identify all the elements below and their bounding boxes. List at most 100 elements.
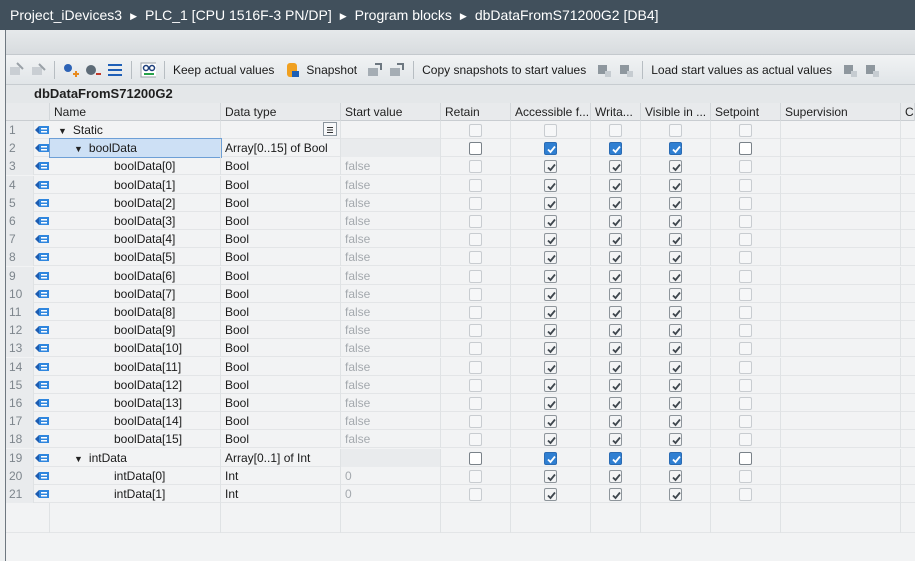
snapshot-compare-icon[interactable] — [389, 62, 405, 78]
cell-name[interactable]: ▼ boolData — [49, 138, 222, 159]
accessible-checkbox[interactable] — [544, 142, 557, 156]
cell-data-type[interactable]: Bool — [221, 230, 341, 249]
cell-data-type[interactable]: Int — [221, 485, 341, 503]
visible-checkbox[interactable] — [669, 469, 682, 483]
list-view-icon[interactable] — [107, 62, 123, 78]
writable-checkbox[interactable] — [609, 415, 622, 429]
cell-start-value[interactable] — [341, 448, 441, 467]
visible-checkbox[interactable] — [669, 433, 682, 447]
writable-checkbox[interactable] — [609, 196, 622, 210]
load-values-icon[interactable] — [842, 62, 858, 78]
cell-name[interactable]: boolData[8] — [50, 303, 221, 321]
table-row[interactable]: 4 boolData[1] Bool false — [6, 175, 915, 194]
cell-data-type[interactable]: Bool — [221, 248, 341, 267]
cell-start-value[interactable]: false — [341, 321, 441, 340]
visible-checkbox[interactable] — [669, 287, 682, 301]
table-row[interactable]: 11 boolData[8] Bool false — [6, 303, 915, 321]
cell-start-value[interactable]: false — [341, 230, 441, 249]
cell-start-value[interactable]: 0 — [341, 485, 441, 503]
writable-checkbox[interactable] — [609, 233, 622, 247]
load-start-values-button[interactable]: Load start values as actual values — [651, 63, 832, 77]
retain-checkbox[interactable] — [469, 178, 482, 192]
visible-checkbox[interactable] — [669, 324, 682, 338]
retain-checkbox[interactable] — [469, 378, 482, 392]
cell-start-value[interactable]: false — [341, 412, 441, 431]
visible-checkbox[interactable] — [669, 215, 682, 228]
cell-start-value[interactable]: false — [341, 303, 441, 321]
cell-data-type[interactable]: Bool — [221, 321, 341, 340]
breadcrumb-plc[interactable]: PLC_1 [CPU 1516F-3 PN/DP] — [145, 7, 332, 23]
cell-data-type[interactable]: Array[0..15] of Bool — [221, 139, 341, 158]
setpoint-checkbox[interactable] — [739, 251, 752, 265]
keep-actual-values-button[interactable]: Keep actual values — [173, 63, 274, 77]
visible-checkbox[interactable] — [669, 378, 682, 392]
retain-checkbox[interactable] — [469, 469, 482, 483]
setpoint-checkbox[interactable] — [739, 306, 752, 319]
cell-data-type[interactable]: Bool — [221, 175, 341, 194]
accessible-checkbox[interactable] — [544, 215, 557, 228]
column-header-c[interactable]: C — [901, 103, 915, 121]
cell-name[interactable]: ▼ intData — [50, 448, 221, 467]
cell-name[interactable]: boolData[4] — [50, 230, 221, 249]
cell-start-value[interactable]: false — [341, 157, 441, 176]
cell-name[interactable]: ▼ Static — [50, 121, 221, 139]
cell-data-type[interactable]: Bool — [221, 193, 341, 212]
cell-data-type[interactable]: Bool — [221, 266, 341, 285]
keep-values-icon[interactable] — [284, 62, 300, 78]
setpoint-checkbox[interactable] — [739, 269, 752, 283]
cell-name[interactable]: boolData[15] — [50, 430, 221, 449]
table-row[interactable]: 5 boolData[2] Bool false — [6, 193, 915, 212]
cell-name[interactable]: boolData[7] — [50, 284, 221, 303]
cell-start-value[interactable]: false — [341, 175, 441, 194]
visible-checkbox[interactable] — [669, 451, 682, 465]
table-row[interactable]: 20 intData[0] Int 0 — [6, 466, 915, 485]
collapse-all-icon[interactable] — [85, 62, 101, 78]
accessible-checkbox[interactable] — [544, 287, 557, 301]
writable-checkbox[interactable] — [609, 397, 622, 410]
cell-start-value[interactable]: false — [341, 375, 441, 394]
cell-data-type[interactable]: Bool — [221, 375, 341, 394]
column-header-name[interactable]: Name — [50, 103, 221, 121]
cell-start-value[interactable]: false — [341, 357, 441, 376]
cell-data-type[interactable]: Bool — [221, 157, 341, 176]
cell-name[interactable]: boolData[9] — [50, 321, 221, 340]
copy-snapshot-alt-icon[interactable] — [618, 62, 634, 78]
add-row-icon[interactable] — [30, 62, 46, 78]
accessible-checkbox[interactable] — [544, 324, 557, 338]
cell-data-type[interactable]: Bool — [221, 394, 341, 412]
accessible-checkbox[interactable] — [544, 124, 557, 137]
setpoint-checkbox[interactable] — [739, 378, 752, 392]
table-row[interactable]: 14 boolData[11] Bool false — [6, 357, 915, 376]
writable-checkbox[interactable] — [609, 251, 622, 265]
writable-checkbox[interactable] — [609, 342, 622, 356]
writable-checkbox[interactable] — [609, 306, 622, 319]
table-row[interactable]: 18 boolData[15] Bool false — [6, 430, 915, 449]
cell-data-type[interactable]: Bool — [221, 430, 341, 449]
copy-snapshots-button[interactable]: Copy snapshots to start values — [422, 63, 586, 77]
cell-data-type[interactable]: Int — [221, 466, 341, 485]
cell-start-value[interactable]: false — [341, 430, 441, 449]
setpoint-checkbox[interactable] — [739, 160, 752, 174]
retain-checkbox[interactable] — [469, 233, 482, 247]
load-values-alt-icon[interactable] — [864, 62, 880, 78]
visible-checkbox[interactable] — [669, 415, 682, 429]
cell-start-value[interactable] — [341, 139, 441, 158]
accessible-checkbox[interactable] — [544, 397, 557, 410]
visible-checkbox[interactable] — [669, 342, 682, 356]
breadcrumb-program-blocks[interactable]: Program blocks — [355, 7, 452, 23]
visible-checkbox[interactable] — [669, 488, 682, 501]
retain-checkbox[interactable] — [469, 324, 482, 338]
empty-add-row[interactable] — [6, 503, 915, 534]
accessible-checkbox[interactable] — [544, 342, 557, 356]
column-header-supervision[interactable]: Supervision — [781, 103, 901, 121]
retain-checkbox[interactable] — [469, 397, 482, 410]
cell-start-value[interactable]: false — [341, 284, 441, 303]
retain-checkbox[interactable] — [469, 160, 482, 174]
visible-checkbox[interactable] — [669, 360, 682, 374]
table-row[interactable]: 6 boolData[3] Bool false — [6, 212, 915, 230]
retain-checkbox[interactable] — [469, 287, 482, 301]
table-row[interactable]: 16 boolData[13] Bool false — [6, 394, 915, 412]
cell-name[interactable]: boolData[3] — [50, 212, 221, 230]
accessible-checkbox[interactable] — [544, 378, 557, 392]
accessible-checkbox[interactable] — [544, 251, 557, 265]
